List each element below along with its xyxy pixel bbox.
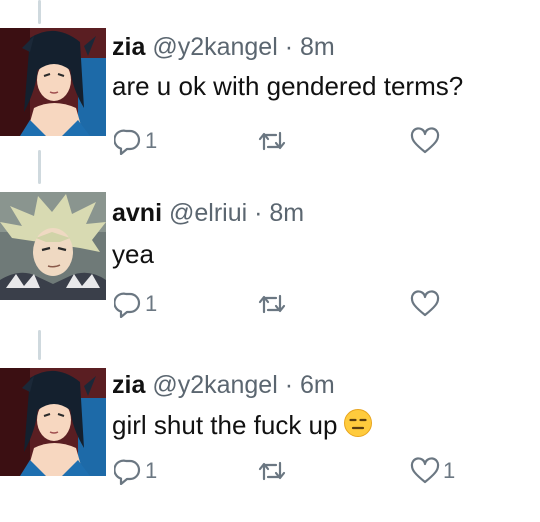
tweet-text: yea	[112, 239, 154, 269]
timestamp[interactable]: 8m	[300, 33, 335, 61]
reply-button[interactable]: 1	[114, 125, 157, 157]
thread-line-top	[38, 0, 41, 24]
retweet-button[interactable]	[257, 125, 290, 157]
dark-haired-anime-girl-avatar	[0, 368, 106, 476]
avatar[interactable]	[0, 28, 106, 136]
timestamp[interactable]: 6m	[300, 371, 335, 399]
tweet-header: avni @elriui · 8m	[112, 198, 304, 228]
reply-button[interactable]: 1	[114, 455, 157, 487]
user-handle[interactable]: @elriui	[169, 199, 247, 227]
action-bar: 1	[112, 125, 532, 157]
heart-icon	[410, 127, 440, 154]
like-button[interactable]: 1	[410, 455, 455, 487]
reply-icon	[114, 292, 141, 318]
retweet-icon	[258, 294, 286, 314]
reply-icon	[114, 459, 141, 485]
tweet-header: zia @y2kangel · 8m	[112, 32, 335, 62]
tweet-text-row: girl shut the fuck up	[112, 408, 373, 445]
expressionless-face-emoji	[343, 408, 373, 445]
reply-count: 1	[145, 128, 158, 153]
thread-line-2	[38, 330, 41, 360]
display-name[interactable]: avni	[112, 199, 162, 227]
retweet-icon	[258, 461, 286, 481]
separator-dot: ·	[284, 371, 294, 399]
action-bar: 1 1	[112, 455, 532, 487]
blond-anime-boy-avatar	[0, 192, 106, 300]
dark-haired-anime-girl-avatar	[0, 28, 106, 136]
tweet-text: are u ok with gendered terms?	[112, 71, 464, 101]
reply-icon	[114, 129, 141, 155]
like-button[interactable]	[410, 125, 443, 157]
action-bar: 1	[112, 288, 532, 320]
retweet-icon	[258, 131, 286, 151]
like-button[interactable]	[410, 288, 443, 320]
heart-icon	[410, 457, 440, 484]
separator-dot: ·	[284, 33, 294, 61]
user-handle[interactable]: @y2kangel	[152, 371, 277, 399]
retweet-button[interactable]	[257, 455, 290, 487]
display-name[interactable]: zia	[112, 371, 145, 399]
separator-dot: ·	[254, 199, 263, 227]
reply-count: 1	[145, 458, 158, 483]
tweet-text: girl shut the fuck up	[112, 410, 338, 440]
thread-line-1	[38, 150, 41, 184]
timestamp[interactable]: 8m	[269, 199, 304, 227]
heart-icon	[410, 290, 440, 317]
reply-button[interactable]: 1	[114, 288, 157, 320]
user-handle[interactable]: @y2kangel	[152, 33, 277, 61]
retweet-button[interactable]	[257, 288, 290, 320]
avatar[interactable]	[0, 192, 106, 300]
reply-count: 1	[145, 291, 158, 316]
tweet-header: zia @y2kangel · 6m	[112, 370, 335, 400]
display-name[interactable]: zia	[112, 33, 145, 61]
avatar[interactable]	[0, 368, 106, 476]
like-count: 1	[443, 458, 456, 483]
